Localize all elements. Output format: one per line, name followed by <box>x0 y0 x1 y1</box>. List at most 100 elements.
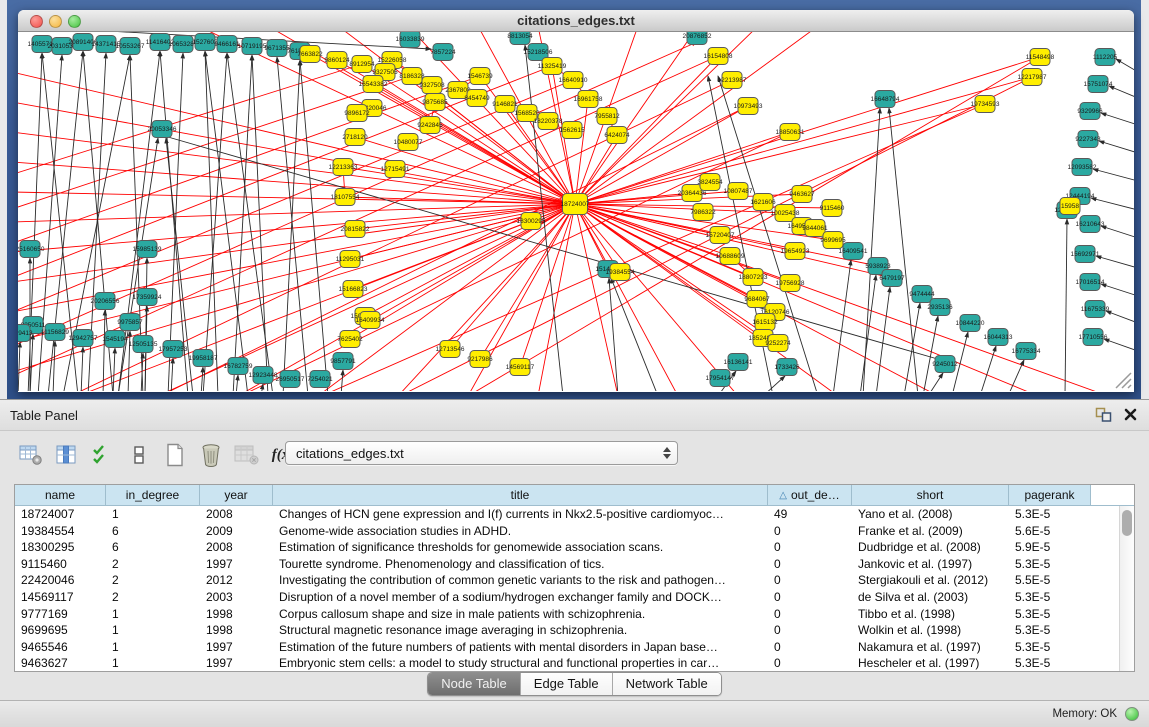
graph-node[interactable]: 8813054 <box>507 32 533 45</box>
table-cell[interactable]: Disruption of a novel member of a sodium… <box>273 589 768 606</box>
graph-node[interactable]: 9217986 <box>467 351 493 368</box>
graph-node[interactable]: 19384554 <box>606 264 635 281</box>
graph-node[interactable]: 18850631 <box>776 124 805 141</box>
graph-node[interactable]: 10807487 <box>724 183 753 200</box>
table-cell[interactable]: 22420046 <box>15 572 106 589</box>
table-cell[interactable]: 1 <box>106 606 200 623</box>
graph-node[interactable]: 10688609 <box>716 248 745 265</box>
table-cell[interactable]: Structural magnetic resonance image aver… <box>273 622 768 639</box>
graph-node[interactable]: 9327508 <box>419 77 445 94</box>
graph-node[interactable]: 19958187 <box>189 350 218 367</box>
table-cell[interactable]: 0 <box>768 556 852 573</box>
table-cell[interactable]: 0 <box>768 589 852 606</box>
table-cell[interactable]: 0 <box>768 622 852 639</box>
table-vertical-scrollbar[interactable] <box>1119 506 1134 671</box>
table-cell[interactable]: Wolkin et al. (1998) <box>852 622 1009 639</box>
table-cell[interactable]: Investigating the contribution of common… <box>273 572 768 589</box>
table-cell[interactable]: 2 <box>106 572 200 589</box>
table-cell[interactable]: 1 <box>106 655 200 671</box>
graph-node[interactable]: 10553267 <box>116 38 145 55</box>
graph-node[interactable]: 15958 <box>1060 198 1080 215</box>
table-cell[interactable]: 9777169 <box>15 606 106 623</box>
graph-node[interactable]: 1545194 <box>102 331 128 348</box>
table-cell[interactable]: 5.3E-5 <box>1009 622 1091 639</box>
table-row[interactable]: 1872400712008Changes of HCN gene express… <box>15 506 1134 523</box>
graph-node[interactable]: 9875685 <box>422 94 448 111</box>
graph-node[interactable]: 16775334 <box>1012 343 1041 360</box>
table-cell[interactable]: 14569117 <box>15 589 106 606</box>
table-row[interactable]: 946362711997Embryonic stem cells: a mode… <box>15 655 1134 671</box>
graph-node[interactable]: 2718120 <box>342 129 368 146</box>
graph-node[interactable]: 12093582 <box>1068 159 1097 176</box>
graph-node[interactable]: 10480077 <box>394 134 423 151</box>
graph-node[interactable]: 12923448 <box>249 367 278 384</box>
table-cell[interactable]: Nakamura et al. (1997) <box>852 639 1009 656</box>
graph-node[interactable]: 9671355 <box>264 40 290 57</box>
graph-node[interactable]: 7986322 <box>690 204 716 221</box>
table-cell[interactable]: 18300295 <box>15 539 106 556</box>
graph-node[interactable]: 16044313 <box>984 329 1013 346</box>
graph-node[interactable]: 12213987 <box>718 72 747 89</box>
table-cell[interactable]: 9699695 <box>15 622 106 639</box>
graph-node[interactable]: 17359924 <box>133 289 162 306</box>
table-cell[interactable]: Tourette syndrome. Phenomenology and cla… <box>273 556 768 573</box>
graph-node[interactable]: 15166823 <box>339 281 368 298</box>
table-cell[interactable]: 1998 <box>200 622 273 639</box>
network-window[interactable]: citations_edges.txt 14055717203105382089… <box>18 10 1134 392</box>
table-cell[interactable]: Genome-wide association studies in ADHD. <box>273 523 768 540</box>
column-header-out_de[interactable]: △out_de… <box>768 485 852 506</box>
graph-node[interactable]: 18300295 <box>517 213 546 230</box>
graph-node[interactable]: 9860124 <box>324 52 350 69</box>
select-columns-icon[interactable] <box>90 442 116 468</box>
graph-node[interactable]: 18724007 <box>561 194 590 215</box>
graph-node[interactable]: 25160650 <box>18 241 45 258</box>
table-cell[interactable]: 5.5E-5 <box>1009 572 1091 589</box>
graph-node[interactable]: 16409934 <box>356 312 385 329</box>
graph-node[interactable]: 15985139 <box>133 241 162 258</box>
table-cell[interactable]: 6 <box>106 523 200 540</box>
graph-node[interactable]: 9252274 <box>765 335 791 352</box>
tab-edge-table[interactable]: Edge Table <box>521 673 613 695</box>
table-selector-dropdown[interactable]: citations_edges.txt <box>285 441 678 465</box>
graph-node[interactable]: 11548498 <box>1026 49 1055 66</box>
table-row[interactable]: 1938455462009Genome-wide association stu… <box>15 523 1134 540</box>
table-cell[interactable]: 0 <box>768 606 852 623</box>
table-cell[interactable]: 5.3E-5 <box>1009 639 1091 656</box>
table-row[interactable]: 977716911998Corpus callosum shape and si… <box>15 606 1134 623</box>
table-cell[interactable]: 0 <box>768 572 852 589</box>
graph-node[interactable]: 11675339 <box>1081 301 1110 318</box>
graph-node[interactable]: 15692971 <box>1071 246 1100 263</box>
column-header-year[interactable]: year <box>200 485 273 506</box>
graph-node[interactable]: 16033839 <box>396 32 425 48</box>
window-resize-grip[interactable] <box>1116 373 1131 388</box>
graph-node[interactable]: 7857224 <box>430 44 456 61</box>
graph-node[interactable]: 20815822 <box>341 221 370 238</box>
graph-node[interactable]: 16648794 <box>871 91 900 108</box>
graph-node[interactable]: 11325419 <box>538 58 567 75</box>
table-row[interactable]: 946554611997Estimation of the future num… <box>15 639 1134 656</box>
graph-node[interactable]: 11156829 <box>41 324 69 341</box>
graph-node[interactable]: 16136141 <box>724 354 753 371</box>
column-header-in_degree[interactable]: in_degree <box>106 485 200 506</box>
graph-node[interactable]: 1546739 <box>467 68 493 85</box>
tab-node-table[interactable]: Node Table <box>428 673 521 695</box>
network-canvas-container[interactable]: 1405571720310538208914061437141510553267… <box>18 32 1134 391</box>
graph-node[interactable]: 19756928 <box>776 275 805 292</box>
table-cell[interactable]: 18724007 <box>15 506 106 523</box>
graph-node[interactable]: 9242845 <box>417 117 443 134</box>
table-cell[interactable]: 5.3E-5 <box>1009 506 1091 523</box>
table-cell[interactable]: 1 <box>106 622 200 639</box>
table-cell[interactable]: 5.9E-5 <box>1009 539 1091 556</box>
table-cell[interactable]: 19384554 <box>15 523 106 540</box>
table-settings-icon[interactable] <box>18 442 44 468</box>
row-height-icon[interactable] <box>126 442 152 468</box>
table-cell[interactable]: 5.6E-5 <box>1009 523 1091 540</box>
graph-node[interactable]: 10973493 <box>734 98 763 115</box>
table-cell[interactable]: 9463627 <box>15 655 106 671</box>
column-header-name[interactable]: name <box>15 485 106 506</box>
graph-node[interactable]: 12942757 <box>69 330 98 347</box>
graph-node[interactable]: 7955812 <box>594 108 620 125</box>
table-cell[interactable]: 0 <box>768 655 852 671</box>
scrollbar-thumb[interactable] <box>1122 510 1132 536</box>
graph-node[interactable]: 17016514 <box>1076 274 1105 291</box>
